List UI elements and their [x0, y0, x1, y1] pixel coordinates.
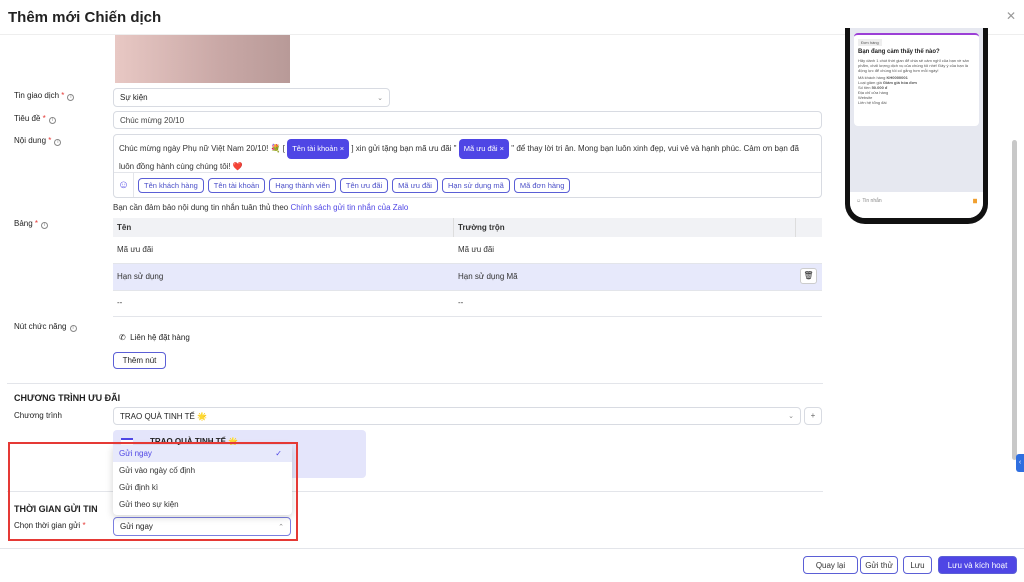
policy-note: Bạn cần đảm bảo nội dung tin nhắn tuân t…: [113, 203, 409, 212]
content-label: Nội dung * i: [14, 136, 62, 146]
back-button[interactable]: Quay lại: [803, 556, 858, 574]
chip[interactable]: Tên tài khoản: [207, 177, 266, 193]
header-field: Trường trộn: [458, 223, 505, 232]
add-button[interactable]: Thêm nút: [113, 352, 166, 369]
chip[interactable]: Tên khách hàng: [138, 177, 204, 193]
option-event[interactable]: Gửi theo sự kiện: [113, 496, 292, 513]
promo-heading: CHƯƠNG TRÌNH ƯU ĐÃI: [14, 393, 121, 403]
program-label: Chương trình: [14, 411, 62, 420]
preview-input-bar: ☺ Tin nhắn ▆: [850, 192, 983, 218]
table-label: Bảng * i: [14, 219, 49, 229]
preview-card: Đơn hàng Bạn đang cảm thấy thế nào? Hãy …: [854, 33, 979, 126]
table-cell: Mã ưu đãi: [458, 245, 495, 254]
phone-preview: Đơn hàng Bạn đang cảm thấy thế nào? Hãy …: [845, 28, 988, 224]
campaign-modal: Thêm mới Chiến dịch ✕ Tin giao dịch * i S…: [0, 0, 1024, 582]
transaction-select[interactable]: Sự kiện ⌄: [113, 88, 390, 107]
test-send-button[interactable]: Gửi thử: [860, 556, 898, 574]
check-icon: ✓: [275, 449, 282, 458]
table-cell: --: [117, 298, 123, 307]
tag-code[interactable]: Mã ưu đãi ×: [458, 139, 510, 159]
merge-table: Tên Trường trộn Mã ưu đãi Mã ưu đãi Hạn …: [113, 218, 822, 317]
chip[interactable]: Hạng thành viên: [269, 177, 336, 193]
tag-account[interactable]: Tên tài khoản ×: [287, 139, 350, 159]
phone-icon: ✆: [119, 333, 126, 342]
header-name: Tên: [117, 223, 132, 232]
banner-image: [115, 35, 290, 83]
content-editor[interactable]: Chúc mừng ngày Phụ nữ Việt Nam 20/10! 💐 …: [113, 134, 822, 198]
send-time-select[interactable]: Gửi ngay ⌃: [113, 517, 291, 536]
chip[interactable]: Hạn sử dụng mã: [441, 177, 510, 193]
chip[interactable]: Tên ưu đãi: [339, 177, 389, 193]
table-cell: Hạn sử dụng Mã: [458, 272, 518, 281]
scrollbar-thumb[interactable]: [1012, 140, 1017, 460]
add-program-button[interactable]: +: [804, 407, 822, 425]
side-tab-icon[interactable]: ‹: [1016, 454, 1024, 472]
save-activate-button[interactable]: Lưu và kích hoạt: [938, 556, 1017, 574]
send-time-label: Chọn thời gian gửi *: [14, 521, 86, 530]
program-select[interactable]: TRAO QUÀ TINH TẾ 🌟 ⌄: [113, 407, 801, 425]
option-periodic[interactable]: Gửi định kì: [113, 479, 292, 496]
function-button-label: Nút chức năng i: [14, 322, 77, 332]
trash-icon[interactable]: 🗑: [800, 268, 817, 284]
subject-input[interactable]: Chúc mừng 20/10: [113, 111, 822, 129]
chevron-up-icon: ⌃: [278, 523, 284, 531]
close-icon[interactable]: ✕: [1006, 9, 1016, 23]
save-button[interactable]: Lưu: [903, 556, 932, 574]
modal-title: Thêm mới Chiến dịch: [8, 9, 162, 26]
option-fixed-date[interactable]: Gửi vào ngày cố định: [113, 462, 292, 479]
function-button-item[interactable]: ✆ Liên hệ đặt hàng: [119, 333, 190, 342]
send-time-heading: THỜI GIAN GỬI TIN: [14, 504, 98, 514]
option-send-now[interactable]: Gửi ngay ✓: [113, 445, 292, 462]
table-cell: --: [458, 298, 464, 307]
emoji-icon[interactable]: ☺: [114, 173, 134, 197]
subject-label: Tiêu đề * i: [14, 114, 56, 124]
content-text[interactable]: Chúc mừng ngày Phụ nữ Việt Nam 20/10! 💐 …: [114, 135, 821, 173]
chevron-down-icon: ⌄: [788, 413, 794, 420]
transaction-label: Tin giao dịch * i: [14, 91, 75, 101]
send-time-dropdown: Gửi ngay ✓ Gửi vào ngày cố định Gửi định …: [113, 445, 292, 515]
table-cell: Mã ưu đãi: [117, 245, 154, 254]
chip[interactable]: Mã đơn hàng: [513, 177, 571, 193]
chip[interactable]: Mã ưu đãi: [392, 177, 438, 193]
policy-link[interactable]: Chính sách gửi tin nhắn của Zalo: [290, 203, 408, 212]
table-cell: Hạn sử dụng: [117, 272, 164, 281]
chevron-down-icon: ⌄: [377, 94, 383, 102]
